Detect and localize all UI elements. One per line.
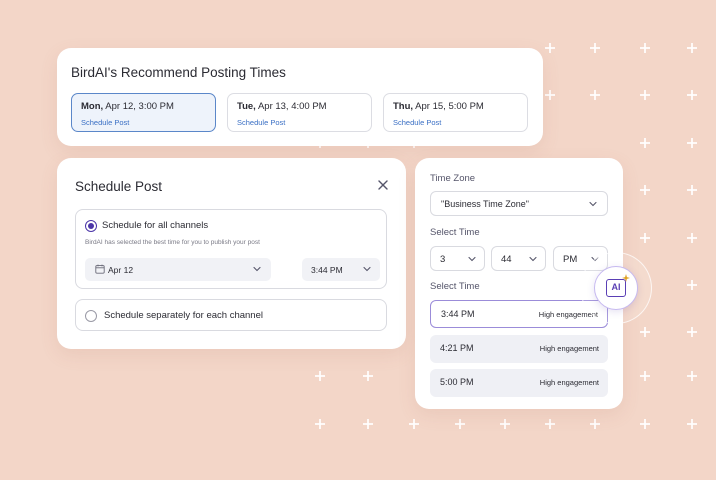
plus-decoration (545, 419, 555, 429)
select-time-label: Select Time (430, 281, 480, 292)
close-button[interactable] (376, 178, 390, 192)
select-time-label: Select Time (430, 227, 480, 238)
ampm-value: PM (563, 254, 578, 265)
chevron-down-icon (363, 266, 371, 272)
plus-decoration (545, 43, 555, 53)
plus-decoration (687, 233, 697, 243)
chevron-down-icon (589, 201, 597, 207)
time-value: 3:44 PM (311, 265, 343, 275)
schedule-all-channels-option[interactable]: Schedule for all channels BirdAI has sel… (75, 209, 387, 289)
slot-date: Thu, Apr 15, 5:00 PM (393, 101, 484, 112)
plus-decoration (687, 185, 697, 195)
schedule-separately-radio[interactable] (85, 310, 97, 322)
time-zone-label: Time Zone (430, 173, 476, 184)
plus-decoration (500, 419, 510, 429)
schedule-all-label: Schedule for all channels (102, 220, 209, 231)
schedule-separately-option[interactable]: Schedule separately for each channel (75, 299, 387, 331)
calendar-icon (95, 264, 105, 274)
chevron-down-icon (529, 256, 537, 262)
date-picker[interactable]: Apr 12 (85, 258, 271, 281)
time-zone-select[interactable]: "Business Time Zone" (430, 191, 608, 216)
plus-decoration (590, 43, 600, 53)
plus-decoration (640, 327, 650, 337)
plus-decoration (315, 371, 325, 381)
plus-decoration (687, 280, 697, 290)
hour-value: 3 (440, 254, 446, 265)
hour-select[interactable]: 3 (430, 246, 485, 271)
recommended-times-card: BirdAI's Recommend Posting Times Mon, Ap… (57, 48, 543, 146)
time-slot-option[interactable]: Tue, Apr 13, 4:00 PM Schedule Post (227, 93, 372, 132)
time-picker[interactable]: 3:44 PM (302, 258, 380, 281)
date-value: Apr 12 (108, 265, 134, 275)
schedule-post-link[interactable]: Schedule Post (81, 118, 129, 127)
slot-date: Tue, Apr 13, 4:00 PM (237, 101, 327, 112)
plus-decoration (640, 43, 650, 53)
plus-decoration (363, 371, 373, 381)
chevron-down-icon (468, 256, 476, 262)
suggested-time-option[interactable]: 3:44 PM High engagement (430, 300, 608, 328)
time-zone-value: "Business Time Zone" (441, 199, 529, 209)
plus-decoration (590, 419, 600, 429)
plus-decoration (640, 419, 650, 429)
time-slot-option[interactable]: Mon, Apr 12, 3:00 PM Schedule Post (71, 93, 216, 132)
plus-decoration (640, 138, 650, 148)
close-icon (378, 180, 388, 190)
ai-assistant-button[interactable]: AI (594, 266, 638, 310)
plus-decoration (590, 90, 600, 100)
plus-decoration (687, 90, 697, 100)
schedule-post-link[interactable]: Schedule Post (393, 118, 441, 127)
plus-decoration (687, 371, 697, 381)
schedule-all-description: BirdAI has selected the best time for yo… (85, 239, 260, 246)
plus-decoration (687, 327, 697, 337)
plus-decoration (409, 419, 419, 429)
engagement-label: High engagement (539, 378, 599, 387)
plus-decoration (640, 185, 650, 195)
slot-date: Mon, Apr 12, 3:00 PM (81, 101, 174, 112)
plus-decoration (640, 233, 650, 243)
sparkle-icon (622, 274, 630, 282)
plus-decoration (545, 90, 555, 100)
plus-decoration (315, 419, 325, 429)
suggested-time: 3:44 PM (441, 309, 475, 319)
minute-value: 44 (501, 254, 512, 265)
suggested-time: 4:21 PM (440, 343, 474, 353)
minute-select[interactable]: 44 (491, 246, 546, 271)
suggested-time-option[interactable]: 4:21 PM High engagement (430, 335, 608, 363)
plus-decoration (687, 43, 697, 53)
schedule-all-radio[interactable] (85, 220, 97, 232)
plus-decoration (687, 419, 697, 429)
time-slot-option[interactable]: Thu, Apr 15, 5:00 PM Schedule Post (383, 93, 528, 132)
plus-decoration (640, 90, 650, 100)
schedule-separately-label: Schedule separately for each channel (104, 310, 263, 321)
suggested-time-option[interactable]: 5:00 PM High engagement (430, 369, 608, 397)
recommended-times-title: BirdAI's Recommend Posting Times (71, 65, 286, 80)
chevron-down-icon (253, 266, 261, 272)
suggested-time: 5:00 PM (440, 377, 474, 387)
plus-decoration (687, 138, 697, 148)
plus-decoration (363, 419, 373, 429)
schedule-post-link[interactable]: Schedule Post (237, 118, 285, 127)
schedule-post-dialog: Schedule Post Schedule for all channels … (57, 158, 406, 349)
engagement-label: High engagement (539, 344, 599, 353)
plus-decoration (455, 419, 465, 429)
dialog-title: Schedule Post (75, 179, 163, 194)
plus-decoration (640, 371, 650, 381)
